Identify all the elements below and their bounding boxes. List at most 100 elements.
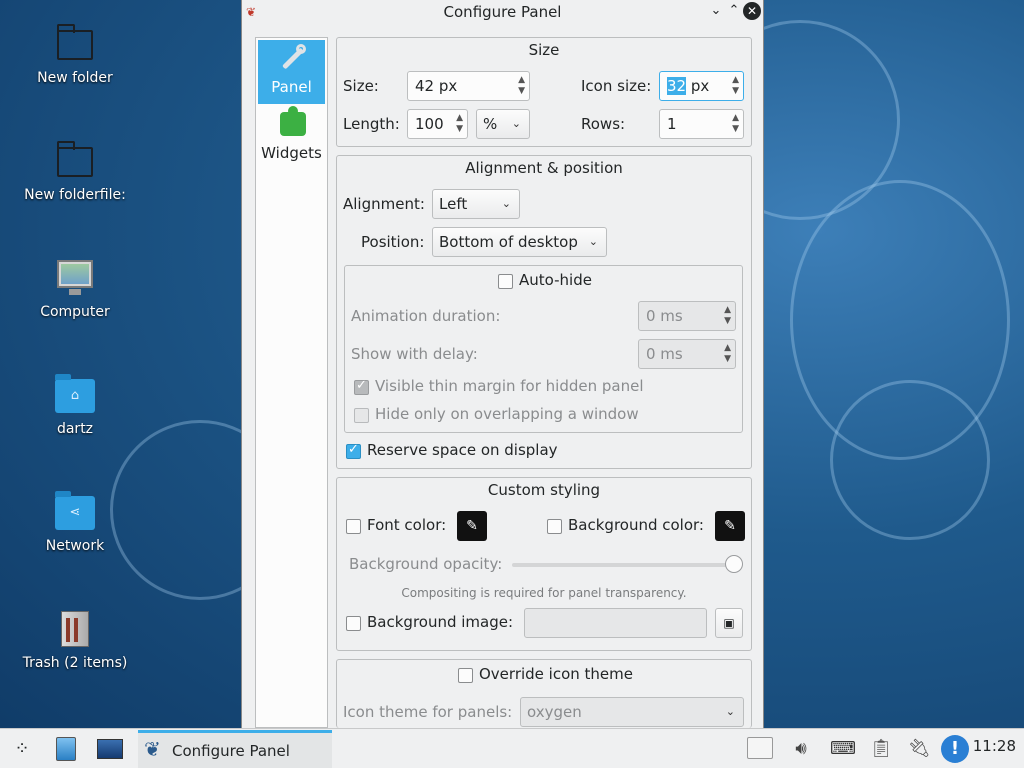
overlap-label: Hide only on overlapping a window <box>375 405 639 423</box>
thin-margin-checkbox[interactable] <box>354 378 369 395</box>
network-folder-icon: ⋖ <box>55 491 95 530</box>
bg-color-checkbox[interactable] <box>547 519 562 534</box>
minimize-icon[interactable]: ⌄ <box>707 2 725 20</box>
desktop-icon-label: Trash (2 items) <box>22 655 128 671</box>
spin-arrows-icon[interactable]: ▲ ▼ <box>732 113 739 135</box>
desktop-icon-label: Computer <box>40 304 110 320</box>
taskbar: ⁘ ❦ Configure Panel 🔊︎ ⌨ 📋︎ 🔌︎ ! 11:28 <box>0 728 1024 768</box>
maximize-icon[interactable]: ⌃ <box>725 2 743 20</box>
icon-size-value: 32 <box>667 77 687 95</box>
compositing-note: Compositing is required for panel transp… <box>401 586 687 600</box>
removable-devices-icon[interactable] <box>746 735 774 763</box>
animation-duration-value: 0 ms <box>646 307 683 325</box>
custom-styling-group: Custom styling Font color: ✎ Background … <box>336 477 752 651</box>
clock[interactable]: 11:28 <box>973 737 1016 755</box>
clipboard-icon[interactable]: 📋︎ <box>866 735 896 763</box>
overlap-checkbox[interactable] <box>354 408 369 423</box>
spin-arrows-icon[interactable]: ▲ ▼ <box>456 113 463 135</box>
desktop-icon-new-folderfile[interactable]: New folderfile: <box>15 141 135 203</box>
group-title: Custom styling <box>487 481 601 499</box>
size-value: 42 px <box>415 77 458 95</box>
show-desktop-icon[interactable] <box>96 735 124 763</box>
image-browse-icon: ▣ <box>723 616 735 630</box>
animation-duration-spinbox[interactable]: 0 ms ▲ ▼ <box>638 301 736 331</box>
notification-icon[interactable]: ! <box>940 735 970 763</box>
alignment-combo[interactable]: Left ⌄ <box>432 189 520 219</box>
animation-duration-label: Animation duration: <box>351 307 501 325</box>
bg-color-label: Background color: <box>568 516 704 534</box>
icon-size-spinbox[interactable]: 32 px ▲ ▼ <box>659 71 744 101</box>
wallpaper-swirl <box>830 380 990 540</box>
app-icon: ❦ <box>246 5 257 19</box>
chevron-down-icon: ⌄ <box>511 117 521 130</box>
sidebar-item-widgets[interactable]: Widgets <box>258 106 325 170</box>
chevron-down-icon: ⌄ <box>588 235 598 248</box>
font-color-checkbox[interactable] <box>346 519 361 534</box>
desktop-icon-network[interactable]: ⋖ Network <box>15 491 135 554</box>
group-title: Alignment & position <box>465 159 623 177</box>
show-delay-value: 0 ms <box>646 345 683 363</box>
sidebar-item-label: Widgets <box>261 144 322 162</box>
desktop-icon-trash[interactable]: Trash (2 items) <box>15 609 135 671</box>
desktop-icon-new-folder[interactable]: New folder <box>15 24 135 86</box>
computer-icon <box>57 260 93 288</box>
reserve-space-checkbox[interactable] <box>346 442 361 459</box>
length-spinbox[interactable]: 100 ▲ ▼ <box>407 109 468 139</box>
network-plug-icon[interactable]: 🔌︎ <box>904 735 934 763</box>
trash-icon <box>61 611 89 647</box>
icon-theme-combo[interactable]: oxygen ⌄ <box>520 697 744 727</box>
font-color-label: Font color: <box>367 516 447 534</box>
app-icon: ❦ <box>144 737 161 761</box>
position-combo[interactable]: Bottom of desktop ⌄ <box>432 227 607 257</box>
puzzle-icon <box>276 106 308 140</box>
rows-label: Rows: <box>581 115 626 133</box>
size-spinbox[interactable]: 42 px ▲ ▼ <box>407 71 530 101</box>
rows-spinbox[interactable]: 1 ▲ ▼ <box>659 109 744 139</box>
icon-theme-group: Override icon theme Icon theme for panel… <box>336 659 752 728</box>
file-manager-icon[interactable] <box>52 735 80 763</box>
length-unit-combo[interactable]: % ⌄ <box>476 109 530 139</box>
autohide-checkbox[interactable] <box>498 274 513 289</box>
opacity-slider-track[interactable] <box>512 563 734 567</box>
desktop-icon-computer[interactable]: Computer <box>15 258 135 320</box>
position-label: Position: <box>361 233 425 251</box>
font-color-button[interactable]: ✎ <box>457 511 487 541</box>
folder-icon <box>57 141 93 177</box>
show-delay-label: Show with delay: <box>351 345 478 363</box>
sidebar-item-panel[interactable]: Panel <box>258 40 325 104</box>
bg-image-checkbox[interactable] <box>346 616 361 631</box>
spin-arrows-icon[interactable]: ▲ ▼ <box>724 305 731 327</box>
window-title: Configure Panel <box>443 3 562 21</box>
desktop-icon-dartz[interactable]: ⌂ dartz <box>15 374 135 437</box>
length-value: 100 <box>415 115 444 133</box>
close-icon[interactable]: ✕ <box>743 2 761 20</box>
browse-image-button[interactable]: ▣ <box>715 608 743 638</box>
group-title: Size <box>528 41 560 59</box>
thin-margin-label: Visible thin margin for hidden panel <box>375 377 644 395</box>
spin-arrows-icon[interactable]: ▲ ▼ <box>732 75 739 97</box>
bg-image-field[interactable] <box>524 608 707 638</box>
task-configure-panel[interactable]: ❦ Configure Panel <box>138 730 332 768</box>
task-label: Configure Panel <box>172 742 290 760</box>
size-label: Size: <box>343 77 379 95</box>
bg-color-button[interactable]: ✎ <box>715 511 745 541</box>
autohide-group: Auto-hide Animation duration: 0 ms ▲ ▼ Sh… <box>344 265 743 433</box>
window-titlebar[interactable]: ❦ Configure Panel ⌄ ⌃ ✕ <box>242 0 763 24</box>
opacity-slider-handle[interactable] <box>725 555 743 573</box>
color-picker-icon: ✎ <box>466 518 478 534</box>
spin-arrows-icon[interactable]: ▲ ▼ <box>724 343 731 365</box>
spin-arrows-icon[interactable]: ▲ ▼ <box>518 75 525 97</box>
show-delay-spinbox[interactable]: 0 ms ▲ ▼ <box>638 339 736 369</box>
opacity-label: Background opacity: <box>349 555 503 573</box>
override-icon-theme-checkbox[interactable] <box>458 668 473 683</box>
app-menu-icon[interactable]: ⁘ <box>8 735 36 763</box>
keyboard-icon[interactable]: ⌨ <box>830 735 856 763</box>
desktop-icon-label: New folderfile: <box>24 187 126 203</box>
autohide-label: Auto-hide <box>519 271 592 289</box>
override-icon-theme-label: Override icon theme <box>479 665 633 683</box>
volume-icon[interactable]: 🔊︎ <box>786 735 816 763</box>
wrench-icon <box>276 44 308 74</box>
sidebar-item-label: Panel <box>271 78 312 96</box>
reserve-space-label: Reserve space on display <box>367 441 558 459</box>
icon-size-label: Icon size: <box>581 77 652 95</box>
